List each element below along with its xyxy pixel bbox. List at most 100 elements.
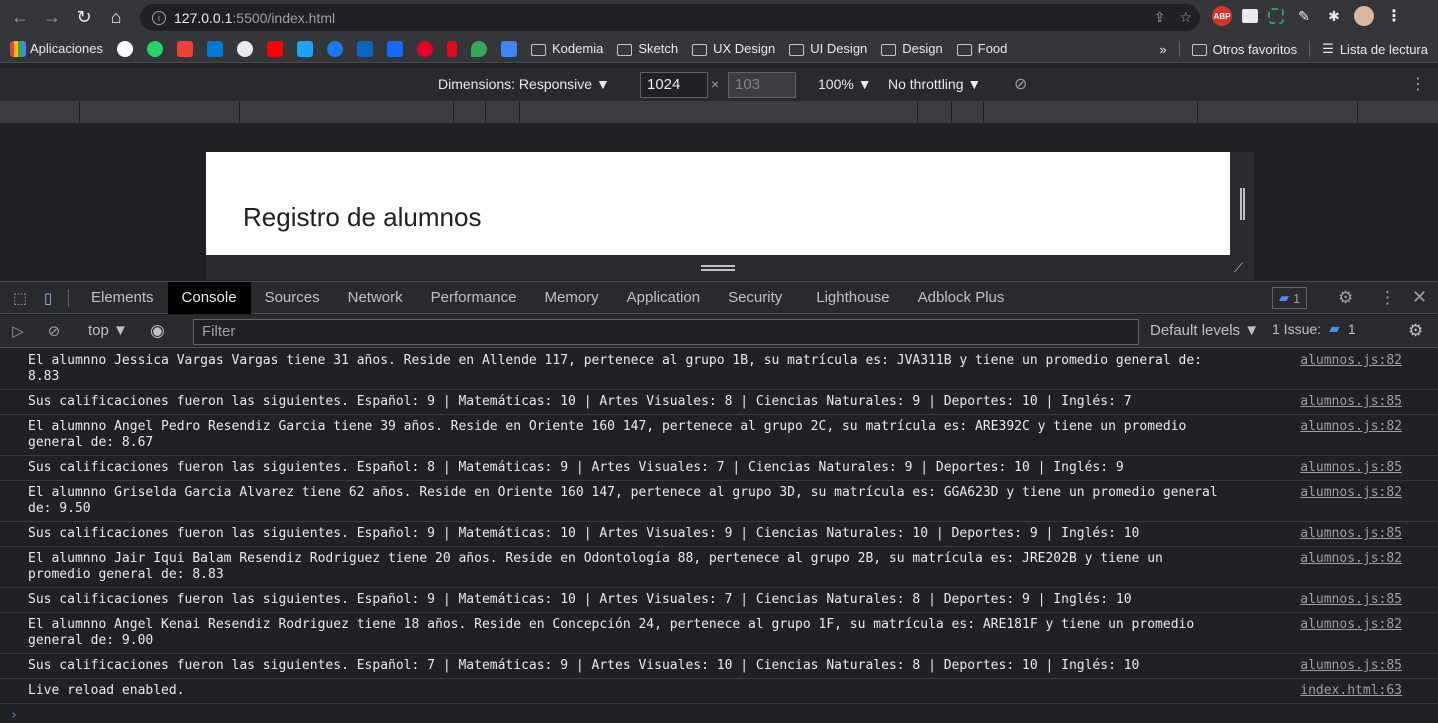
linkedin-bookmark-icon[interactable] xyxy=(357,40,373,57)
console-message: Sus calificaciones fueron las siguientes… xyxy=(0,588,1438,613)
google-bookmark-icon[interactable] xyxy=(117,40,133,57)
console-message-text: Sus calificaciones fueron las siguientes… xyxy=(28,394,1132,409)
tab-security[interactable]: Security xyxy=(714,282,796,314)
tab-elements[interactable]: Elements xyxy=(77,282,168,314)
bookmark-apps[interactable]: Aplicaciones xyxy=(10,40,103,57)
pinterest-bookmark-icon[interactable] xyxy=(417,40,433,57)
share-icon[interactable]: ⇪ xyxy=(1154,9,1166,26)
bookmark-label: Aplicaciones xyxy=(30,41,103,56)
clear-console-icon[interactable]: ⊘ xyxy=(40,317,68,345)
resize-handle-corner[interactable]: ⟋ xyxy=(1234,260,1243,276)
context-selector[interactable]: top ▼ xyxy=(88,322,128,339)
info-icon[interactable]: i xyxy=(152,10,166,25)
profile-avatar[interactable] xyxy=(1354,6,1374,26)
console-source-link[interactable]: index.html:63 xyxy=(1300,683,1402,699)
console-source-link[interactable]: alumnos.js:82 xyxy=(1300,485,1402,501)
folder-icon xyxy=(531,43,546,56)
inspect-element-icon[interactable]: ⬚ xyxy=(6,284,34,312)
close-devtools-icon[interactable]: ✕ xyxy=(1412,287,1427,308)
console-source-link[interactable]: alumnos.js:82 xyxy=(1300,617,1402,633)
tab-memory[interactable]: Memory xyxy=(531,282,613,314)
console-source-link[interactable]: alumnos.js:85 xyxy=(1300,460,1402,476)
bookmark-star-icon[interactable]: ☆ xyxy=(1179,9,1192,26)
back-button[interactable]: ← xyxy=(4,2,36,34)
resize-handle-bottom[interactable] xyxy=(701,265,735,271)
tab-adblock-plus[interactable]: Adblock Plus xyxy=(904,282,1019,314)
extensions-puzzle-icon[interactable]: ✱ xyxy=(1324,6,1344,26)
tab-performance[interactable]: Performance xyxy=(417,282,531,314)
bookmark-folder-ui-design[interactable]: UI Design xyxy=(789,41,867,56)
height-input[interactable]: 103 xyxy=(728,72,796,98)
console-prompt[interactable]: › xyxy=(0,704,1438,723)
bookmarks-bar: Aplicaciones Kodemia Sketch UX Design UI… xyxy=(0,35,1438,63)
messages-count: 1 xyxy=(1293,290,1301,306)
console-source-link[interactable]: alumnos.js:85 xyxy=(1300,592,1402,608)
translate-bookmark-icon[interactable] xyxy=(501,40,517,57)
netflix-bookmark-icon[interactable] xyxy=(447,40,457,57)
devtools-more-icon[interactable]: ⋮ xyxy=(1379,288,1396,308)
live-expression-eye-icon[interactable]: ◉ xyxy=(150,321,165,341)
twitter-bookmark-icon[interactable] xyxy=(297,40,313,57)
width-input[interactable]: 1024 xyxy=(640,72,708,98)
filter-input[interactable]: Filter xyxy=(193,319,1139,345)
bookmark-folder-sketch[interactable]: Sketch xyxy=(617,41,678,56)
media-query-bar xyxy=(0,101,1438,123)
other-bookmarks-folder[interactable]: Otros favoritos xyxy=(1191,42,1297,57)
outlook-bookmark-icon[interactable] xyxy=(207,40,223,57)
home-button[interactable]: ⌂ xyxy=(100,2,132,34)
adblock-plus-extension-icon[interactable]: ABP xyxy=(1212,6,1232,26)
throttling-dropdown[interactable]: No throttling ▼ xyxy=(888,76,981,92)
sidebar-toggle-icon[interactable]: ▷ xyxy=(4,317,32,345)
issues-counter[interactable]: 1 Issue: ▰ 1 xyxy=(1272,320,1356,337)
console-source-link[interactable]: alumnos.js:85 xyxy=(1300,658,1402,674)
tab-application[interactable]: Application xyxy=(613,282,714,314)
tab-sources[interactable]: Sources xyxy=(251,282,334,314)
folder-icon xyxy=(1191,44,1207,56)
bookmarks-overflow-button[interactable]: » xyxy=(1159,42,1166,57)
console-message-text: Sus calificaciones fueron las siguientes… xyxy=(28,526,1140,541)
device-toggle-icon[interactable]: ▯ xyxy=(34,284,62,312)
console-message-text: Live reload enabled. xyxy=(28,683,185,698)
sheets-extension-icon[interactable] xyxy=(1242,9,1258,23)
behance-bookmark-icon[interactable] xyxy=(387,40,403,57)
resize-handle-right[interactable] xyxy=(1240,188,1245,220)
browser-menu-icon[interactable]: ⋮ xyxy=(1384,6,1404,26)
device-more-icon[interactable]: ⋮ xyxy=(1410,74,1426,94)
bookmark-folder-kodemia[interactable]: Kodemia xyxy=(531,41,603,56)
console-source-link[interactable]: alumnos.js:82 xyxy=(1300,551,1402,567)
bookmark-folder-design[interactable]: Design xyxy=(881,41,943,56)
dimensions-dropdown[interactable]: Dimensions: Responsive ▼ xyxy=(438,76,610,92)
console-source-link[interactable]: alumnos.js:82 xyxy=(1300,419,1402,435)
bookmark-folder-food[interactable]: Food xyxy=(956,41,1007,56)
console-source-link[interactable]: alumnos.js:82 xyxy=(1300,353,1402,369)
facebook-bookmark-icon[interactable] xyxy=(327,40,343,57)
tab-network[interactable]: Network xyxy=(334,282,417,314)
console-message-text: El alumnno Angel Pedro Resendiz Garcia t… xyxy=(28,419,1187,450)
log-levels-dropdown[interactable]: Default levels ▼ xyxy=(1150,322,1259,339)
forward-button[interactable]: → xyxy=(36,2,68,34)
reading-list-button[interactable]: ☰ Lista de lectura xyxy=(1322,41,1428,57)
gmail-bookmark-icon[interactable] xyxy=(177,40,193,57)
tab-lighthouse[interactable]: Lighthouse xyxy=(802,282,903,314)
address-bar[interactable]: i 127.0.0.1 :5500/index.html ⇪ ☆ xyxy=(140,4,1200,31)
whatsapp-bookmark-icon[interactable] xyxy=(147,40,163,57)
rotate-icon[interactable]: ⊘ xyxy=(1014,74,1027,94)
reload-button[interactable]: ↻ xyxy=(68,2,100,34)
console-settings-icon[interactable]: ⚙ xyxy=(1408,321,1423,341)
times-icon: × xyxy=(711,76,720,92)
bookmark-folder-ux-design[interactable]: UX Design xyxy=(692,41,775,56)
messages-badge[interactable]: ▰ 1 xyxy=(1272,287,1308,309)
tab-console[interactable]: Console xyxy=(167,281,251,314)
crop-extension-icon[interactable] xyxy=(1268,8,1284,24)
context-label: top xyxy=(88,322,109,339)
github-bookmark-icon[interactable] xyxy=(237,40,253,57)
zoom-dropdown[interactable]: 100% ▼ xyxy=(818,76,872,92)
pen-extension-icon[interactable]: ✎ xyxy=(1294,6,1314,26)
youtube-bookmark-icon[interactable] xyxy=(267,40,283,57)
console-source-link[interactable]: alumnos.js:85 xyxy=(1300,526,1402,542)
issues-label: 1 Issue: xyxy=(1272,320,1322,337)
maps-bookmark-icon[interactable] xyxy=(471,40,487,57)
settings-gear-icon[interactable]: ⚙ xyxy=(1338,288,1353,308)
console-source-link[interactable]: alumnos.js:85 xyxy=(1300,394,1402,410)
apps-grid-icon xyxy=(10,40,26,57)
